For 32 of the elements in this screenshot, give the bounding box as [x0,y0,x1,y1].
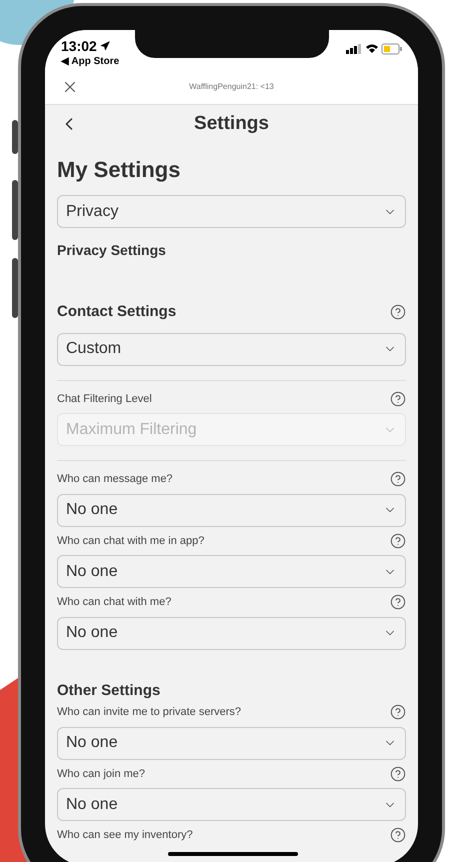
field-label: Who can message me? [57,472,173,487]
field-label: Who can invite me to private servers? [57,705,242,720]
help-icon[interactable] [390,766,406,782]
help-icon[interactable] [390,471,406,488]
dropdown-select[interactable]: No one [57,555,406,588]
nav-title: Settings [193,112,270,136]
field-label: Who can see my inventory? [57,828,193,843]
location-icon [100,41,110,51]
dropdown-select[interactable]: Custom [57,332,406,366]
field-label: Chat Filtering Level [57,392,152,406]
dropdown-select[interactable]: No one [57,788,406,821]
field-label: Who can chat with me? [57,595,172,610]
field-label: Who can chat with me in app? [57,534,204,548]
status-icons [346,42,402,56]
help-icon[interactable] [390,304,406,320]
back-to-app-link[interactable]: ◀ App Store [61,54,120,69]
help-icon[interactable] [390,594,406,610]
header-title: WafflingPenguin21: <13 [188,80,275,92]
help-icon[interactable] [390,390,406,407]
help-icon[interactable] [390,704,406,720]
status-time: 13:02 [61,38,97,54]
field-label: Who can join me? [57,766,146,782]
section-heading: Other Settings [57,680,160,700]
dropdown-select[interactable]: No one [57,616,406,650]
section-heading: Contact Settings [57,302,176,322]
page-title: My Settings [57,157,182,183]
help-icon[interactable] [390,532,406,549]
dropdown-select[interactable]: No one [57,726,406,760]
dropdown-select[interactable]: Privacy [57,195,406,228]
help-icon[interactable] [390,827,406,844]
section-subtitle: Privacy Settings [57,241,167,260]
dropdown-select[interactable]: No one [57,494,406,526]
